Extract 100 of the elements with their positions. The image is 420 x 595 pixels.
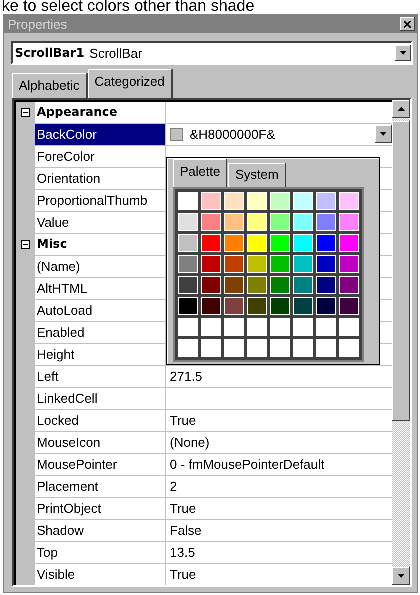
property-value: 2	[170, 478, 178, 496]
color-swatch[interactable]	[224, 192, 244, 210]
property-name[interactable]: MouseIcon	[35, 432, 166, 453]
color-swatch[interactable]	[316, 318, 336, 336]
color-swatch[interactable]	[247, 297, 267, 315]
color-swatch[interactable]	[201, 213, 221, 231]
property-name[interactable]: LinkedCell	[35, 388, 166, 409]
color-swatch[interactable]	[293, 297, 313, 315]
property-value: True	[170, 500, 196, 518]
scroll-down-button[interactable]	[392, 567, 410, 585]
property-name[interactable]: Placement	[35, 476, 166, 497]
color-swatch[interactable]	[339, 276, 359, 294]
color-swatch[interactable]	[316, 255, 336, 273]
property-name[interactable]: Left	[35, 366, 166, 387]
color-swatch[interactable]	[224, 276, 244, 294]
color-swatch[interactable]	[178, 276, 198, 294]
color-swatch[interactable]	[201, 339, 221, 357]
dropdown-button[interactable]	[395, 45, 411, 61]
property-value: (None)	[170, 434, 210, 452]
color-swatch[interactable]	[247, 255, 267, 273]
color-swatch[interactable]	[247, 276, 267, 294]
color-swatch[interactable]	[270, 234, 290, 252]
color-swatch[interactable]	[293, 192, 313, 210]
property-value: True	[170, 412, 196, 430]
color-swatch[interactable]	[270, 318, 290, 336]
property-name[interactable]: Visible	[35, 564, 166, 585]
color-swatch[interactable]	[316, 192, 336, 210]
color-swatch[interactable]	[293, 339, 313, 357]
collapse-icon[interactable]	[21, 108, 30, 117]
color-swatch[interactable]	[293, 213, 313, 231]
object-name: ScrollBar1	[15, 46, 85, 60]
color-swatch[interactable]	[316, 234, 336, 252]
property-name[interactable]: Locked	[35, 410, 166, 431]
color-swatch[interactable]	[178, 192, 198, 210]
color-swatch[interactable]	[201, 255, 221, 273]
color-swatch[interactable]	[224, 297, 244, 315]
color-swatch[interactable]	[178, 234, 198, 252]
color-swatch[interactable]	[270, 339, 290, 357]
property-value: &H8000000F&	[190, 126, 276, 144]
color-swatch[interactable]	[247, 339, 267, 357]
color-swatch[interactable]	[201, 276, 221, 294]
caret-icon	[380, 132, 387, 136]
color-swatch[interactable]	[316, 213, 336, 231]
color-swatch[interactable]	[224, 339, 244, 357]
color-swatch[interactable]	[270, 213, 290, 231]
color-swatch[interactable]	[201, 318, 221, 336]
color-swatch[interactable]	[247, 318, 267, 336]
property-value: True	[170, 566, 196, 584]
color-swatch[interactable]	[178, 255, 198, 273]
view-tab[interactable]: Categorized	[88, 69, 173, 98]
property-name[interactable]: MousePointer	[35, 454, 166, 475]
down-arrow-icon	[398, 574, 404, 578]
collapse-icon[interactable]	[21, 240, 30, 249]
color-swatch[interactable]	[339, 213, 359, 231]
color-swatch[interactable]	[316, 297, 336, 315]
color-swatch[interactable]	[201, 234, 221, 252]
color-swatch[interactable]	[270, 255, 290, 273]
color-swatch[interactable]	[224, 255, 244, 273]
close-icon	[404, 20, 411, 28]
scroll-up-button[interactable]	[392, 100, 410, 118]
object-type: ScrollBar	[90, 46, 142, 60]
color-swatch[interactable]	[339, 255, 359, 273]
color-swatch[interactable]	[316, 339, 336, 357]
color-swatch[interactable]	[293, 234, 313, 252]
color-swatch[interactable]	[224, 213, 244, 231]
color-swatch[interactable]	[293, 318, 313, 336]
color-swatch[interactable]	[270, 297, 290, 315]
color-swatch[interactable]	[224, 234, 244, 252]
color-swatch[interactable]	[178, 213, 198, 231]
close-button[interactable]	[400, 17, 415, 31]
color-swatch[interactable]	[178, 297, 198, 315]
color-swatch[interactable]	[339, 318, 359, 336]
color-swatch[interactable]	[316, 276, 336, 294]
color-swatch[interactable]	[201, 297, 221, 315]
property-name[interactable]: PrintObject	[35, 498, 166, 519]
dropdown-button[interactable]	[375, 125, 392, 143]
color-swatch[interactable]	[178, 339, 198, 357]
property-name[interactable]: BackColor	[35, 124, 166, 145]
color-swatch[interactable]	[247, 192, 267, 210]
color-swatch[interactable]	[178, 318, 198, 336]
color-swatch[interactable]	[339, 192, 359, 210]
scroll-thumb[interactable]	[392, 121, 410, 421]
category-label: Misc	[37, 236, 68, 253]
color-swatch[interactable]	[339, 234, 359, 252]
color-tab[interactable]: Palette	[173, 159, 228, 187]
color-swatch[interactable]	[293, 255, 313, 273]
color-swatch[interactable]	[224, 318, 244, 336]
color-swatch[interactable]	[293, 276, 313, 294]
color-swatch[interactable]	[339, 297, 359, 315]
color-swatch[interactable]	[270, 276, 290, 294]
color-swatch[interactable]	[247, 213, 267, 231]
color-swatch[interactable]	[247, 234, 267, 252]
property-name[interactable]: Shadow	[35, 520, 166, 541]
color-swatch[interactable]	[339, 339, 359, 357]
color-swatch[interactable]	[270, 192, 290, 210]
color-swatch[interactable]	[201, 192, 221, 210]
property-name[interactable]: Top	[35, 542, 166, 563]
property-value: 0 - fmMousePointerDefault	[170, 456, 325, 474]
object-dropdown[interactable]: ScrollBar1 ScrollBar	[11, 41, 413, 65]
scrollbar[interactable]	[392, 100, 410, 585]
